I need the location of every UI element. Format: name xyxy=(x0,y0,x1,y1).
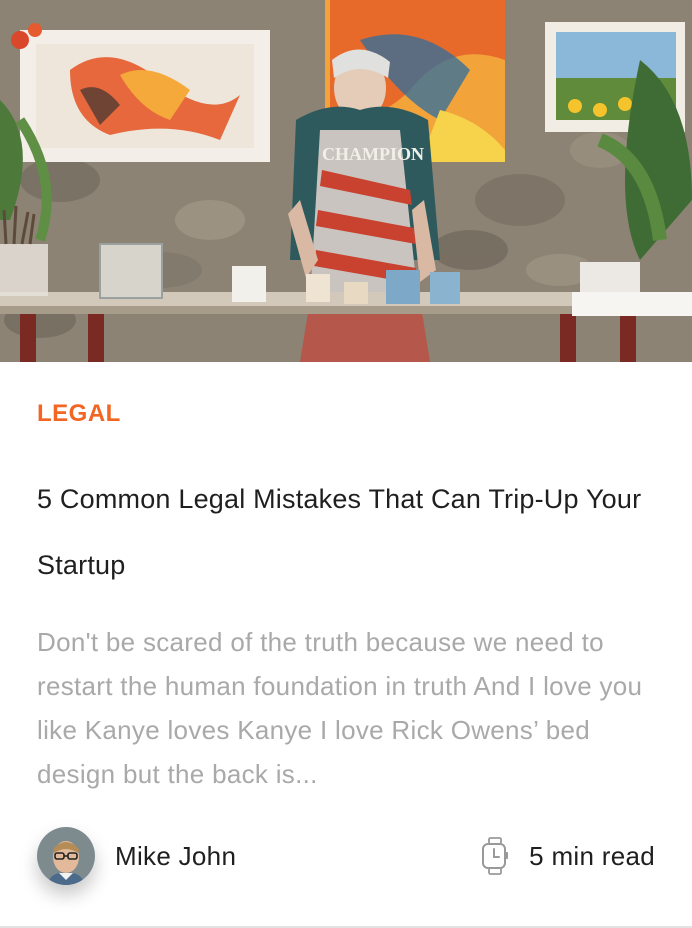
post-excerpt: Don't be scared of the truth because we … xyxy=(37,627,643,789)
blog-card[interactable]: CHAMPION LEGAL 5 Common Legal Mistakes T… xyxy=(0,0,692,928)
hero-image[interactable]: CHAMPION xyxy=(0,0,692,362)
watch-icon xyxy=(481,837,509,875)
author-name[interactable]: Mike John xyxy=(115,841,236,872)
post-category[interactable]: LEGAL xyxy=(37,400,121,428)
post-title[interactable]: 5 Common Legal Mistakes That Can Trip-Up… xyxy=(37,466,657,598)
author-info[interactable]: Mike John xyxy=(37,826,236,886)
read-time-label: 5 min read xyxy=(529,840,655,871)
read-time: 5 min read xyxy=(481,832,655,880)
apron-text: CHAMPION xyxy=(322,144,424,164)
author-avatar[interactable] xyxy=(37,827,95,885)
